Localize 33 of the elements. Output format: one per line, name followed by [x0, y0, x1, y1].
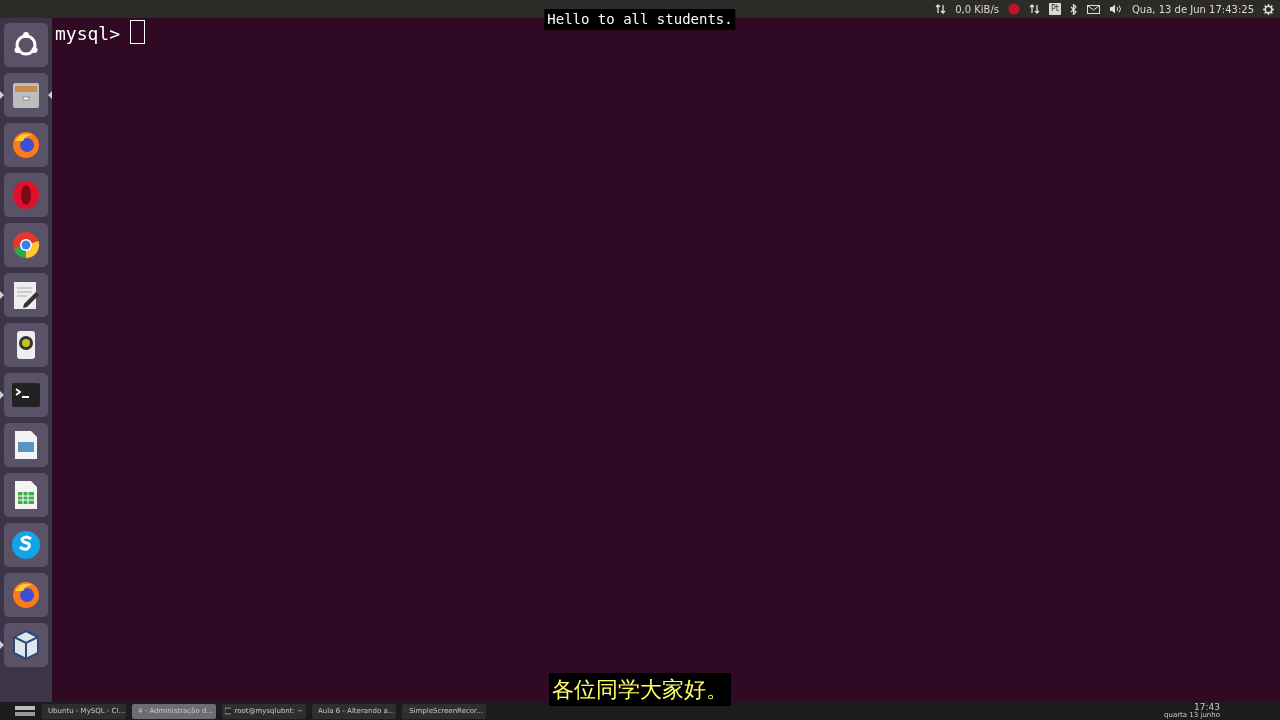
- text-cursor: [130, 20, 146, 44]
- network-arrows-icon: [935, 4, 947, 14]
- fox-globe-icon: [10, 129, 42, 161]
- chrome-wheel-icon: [10, 229, 42, 261]
- mail-icon: [1087, 4, 1100, 14]
- launcher-button[interactable]: [4, 473, 48, 517]
- fox-globe-icon: [10, 579, 42, 611]
- launcher-button[interactable]: [4, 23, 48, 67]
- bluetooth-icon: [1070, 3, 1078, 15]
- launcher-button[interactable]: [4, 273, 48, 317]
- cube-box-icon: [10, 629, 42, 661]
- date-time-text[interactable]: Qua, 13 de Jun 17:43:25: [1132, 1, 1254, 17]
- taskbar-time: 17:43: [1194, 703, 1220, 712]
- desktop-stack-icon: [14, 704, 36, 718]
- prompt-text: mysql>: [55, 22, 121, 46]
- transfer-arrows-icon: [1029, 4, 1041, 14]
- window-icon: [225, 706, 232, 716]
- subtitle-text: 各位同学大家好。: [549, 673, 731, 706]
- launcher-button[interactable]: [4, 423, 48, 467]
- skype-s-icon: [10, 529, 42, 561]
- net-speed-text: 0,0 KiB/s: [955, 2, 1000, 17]
- launcher-button[interactable]: [4, 573, 48, 617]
- launcher-button[interactable]: [4, 223, 48, 267]
- subtitle-text: Hello to all students.: [544, 9, 736, 30]
- record-dot-icon: [1008, 3, 1021, 15]
- launcher-button[interactable]: [4, 323, 48, 367]
- volume-icon: [1109, 4, 1123, 14]
- o-ring-icon: [10, 179, 42, 211]
- launcher-button[interactable]: [4, 623, 48, 667]
- gear-icon: [1263, 3, 1274, 15]
- launcher-button[interactable]: [4, 123, 48, 167]
- launcher-button[interactable]: [4, 523, 48, 567]
- keyboard-layout-indicator[interactable]: Pt: [1049, 3, 1061, 15]
